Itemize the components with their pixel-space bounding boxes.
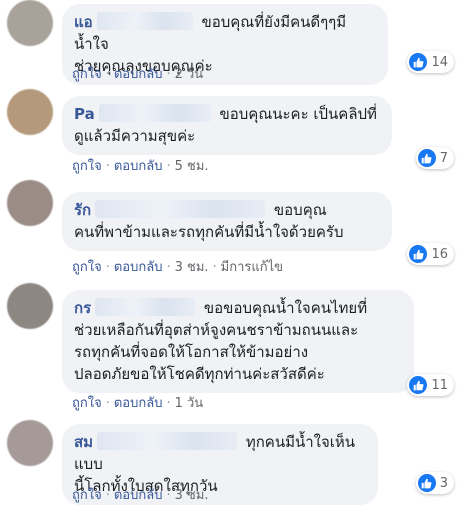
thumbs-up-icon xyxy=(417,149,436,167)
separator: · xyxy=(105,67,110,82)
commenter-name[interactable]: รัก xyxy=(74,201,91,219)
separator: · xyxy=(166,260,171,275)
timestamp[interactable]: 1 วัน xyxy=(175,396,204,411)
commenter-name[interactable]: สม xyxy=(74,433,93,451)
reply-link[interactable]: ตอบกลับ xyxy=(114,488,163,503)
reaction-count[interactable]: 11 xyxy=(407,374,454,396)
separator: · xyxy=(105,488,110,503)
thumbs-up-icon xyxy=(409,245,428,263)
separator: · xyxy=(105,396,110,411)
redacted-name xyxy=(95,298,196,316)
thumbs-up-icon xyxy=(409,53,428,71)
reaction-number: 14 xyxy=(431,54,448,70)
comment-text-line: ช่วยเหลือกันที่อุตส่าห์จูงคนชราข้ามถนนแล… xyxy=(74,321,359,339)
separator: · xyxy=(166,159,171,174)
redacted-name xyxy=(96,12,193,30)
timestamp[interactable]: 2 วัน xyxy=(175,67,204,82)
reply-link[interactable]: ตอบกลับ xyxy=(114,260,163,275)
separator: · xyxy=(166,488,171,503)
redacted-name xyxy=(97,432,238,450)
timestamp[interactable]: 3 ชม. xyxy=(175,488,209,503)
comment-text-line: ดูแล้วมีความสุขค่ะ xyxy=(74,127,196,145)
thumbs-up-icon xyxy=(417,474,436,492)
reaction-number: 3 xyxy=(439,475,448,491)
comment-text-line: คนที่พาข้ามและรถทุกคันที่มีน้ำใจด้วยครับ xyxy=(74,223,344,241)
edited-label[interactable]: มีการแก้ไข xyxy=(221,260,283,275)
reaction-number: 11 xyxy=(431,377,448,393)
comment-actions: ถูกใจ · ตอบกลับ · 1 วัน xyxy=(72,392,203,413)
separator: · xyxy=(105,159,110,174)
commenter-name[interactable]: กร xyxy=(74,299,91,317)
comment-actions: ถูกใจ · ตอบกลับ · 3 ชม. xyxy=(72,484,209,505)
reply-link[interactable]: ตอบกลับ xyxy=(114,159,163,174)
avatar[interactable] xyxy=(7,180,53,226)
comment-text-line: ปลอดภัยขอให้โชคดีทุกท่านค่ะสวัสดีค่ะ xyxy=(74,365,325,383)
reply-link[interactable]: ตอบกลับ xyxy=(114,67,163,82)
reaction-count[interactable]: 16 xyxy=(407,243,454,265)
thumbs-up-icon xyxy=(409,376,428,394)
avatar[interactable] xyxy=(7,283,53,329)
reply-link[interactable]: ตอบกลับ xyxy=(114,396,163,411)
reaction-number: 7 xyxy=(439,150,448,166)
avatar[interactable] xyxy=(7,89,53,135)
avatar[interactable] xyxy=(7,420,53,466)
comment-actions: ถูกใจ · ตอบกลับ · 2 วัน xyxy=(72,63,203,84)
comment-actions: ถูกใจ · ตอบกลับ · 5 ชม. xyxy=(72,155,209,176)
separator: · xyxy=(105,260,110,275)
comment-bubble: Pa ขอบคุณนะคะ เป็นคลิปที่ ดูแล้วมีความสุ… xyxy=(62,96,392,155)
separator: · xyxy=(166,396,171,411)
comment-text-line: ขอขอบคุณน้ำใจคนไทยที่ xyxy=(203,299,368,317)
like-link[interactable]: ถูกใจ xyxy=(72,488,102,503)
reaction-number: 16 xyxy=(431,246,448,262)
reaction-count[interactable]: 3 xyxy=(415,472,454,494)
redacted-name xyxy=(98,104,211,122)
reaction-count[interactable]: 7 xyxy=(415,147,454,169)
commenter-name[interactable]: แอ xyxy=(74,13,93,31)
comment-text-line: รถทุกคันที่จอดให้โอกาสให้ข้ามอย่าง xyxy=(74,343,309,361)
comment-text-line: ขอบคุณนะคะ เป็นคลิปที่ xyxy=(219,105,377,123)
comment-actions: ถูกใจ · ตอบกลับ · 3 ชม. · มีการแก้ไข xyxy=(72,256,283,277)
reaction-count[interactable]: 14 xyxy=(407,51,454,73)
timestamp[interactable]: 5 ชม. xyxy=(175,159,209,174)
timestamp[interactable]: 3 ชม. xyxy=(175,260,209,275)
like-link[interactable]: ถูกใจ xyxy=(72,396,102,411)
comment-bubble: กร ขอขอบคุณน้ำใจคนไทยที่ ช่วยเหลือกันที่… xyxy=(62,290,414,393)
redacted-name xyxy=(95,200,266,218)
comment-text-line: ขอบคุณ xyxy=(273,201,327,219)
avatar[interactable] xyxy=(7,0,53,46)
separator: · xyxy=(212,260,217,275)
separator: · xyxy=(166,67,171,82)
commenter-name[interactable]: Pa xyxy=(74,105,95,123)
comment-bubble: รัก ขอบคุณ คนที่พาข้ามและรถทุกคันที่มีน้… xyxy=(62,192,392,251)
like-link[interactable]: ถูกใจ xyxy=(72,260,102,275)
like-link[interactable]: ถูกใจ xyxy=(72,159,102,174)
like-link[interactable]: ถูกใจ xyxy=(72,67,102,82)
